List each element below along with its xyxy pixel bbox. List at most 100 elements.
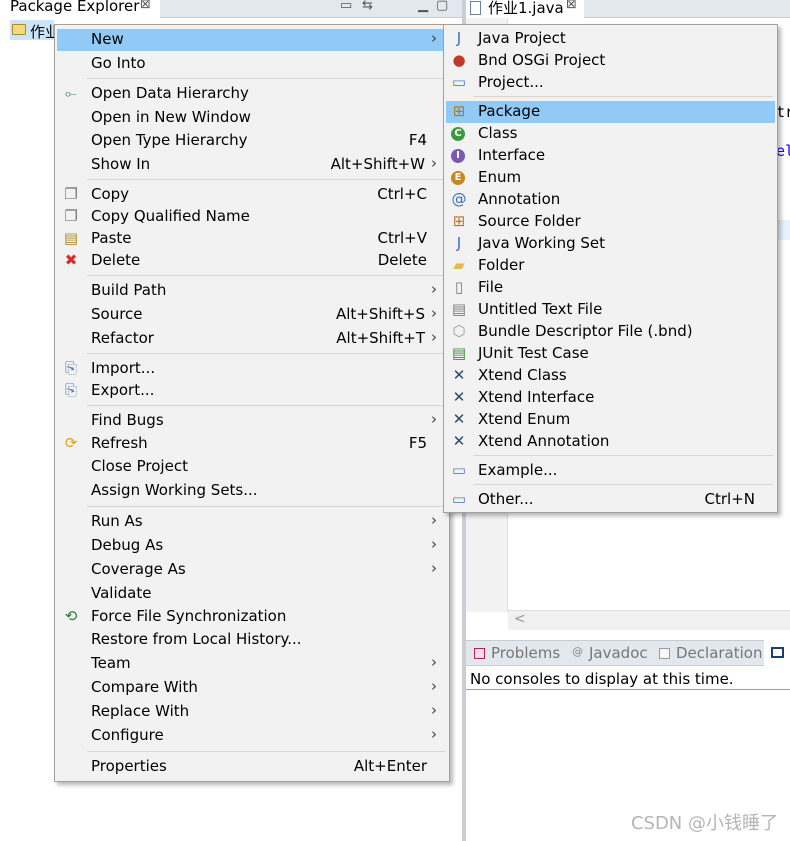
menu-item-compare-with[interactable]: Compare With › [57, 677, 447, 699]
console-icon [771, 647, 784, 658]
new-menu-item-class[interactable]: C Class [446, 123, 775, 145]
new-menu-item-java-project[interactable]: J Java Project [446, 28, 775, 50]
new-menu-item-other[interactable]: ▭ Other... Ctrl+N [446, 489, 775, 511]
minimize-icon[interactable]: ▁ [418, 0, 428, 13]
collapse-all-icon[interactable]: ▭ [340, 0, 352, 13]
tab-declaration[interactable]: Declaration [676, 644, 762, 662]
link-with-editor-icon[interactable]: ⇆ [362, 0, 373, 13]
menu-item-configure[interactable]: Configure › [57, 725, 447, 747]
tab-problems[interactable]: Problems [491, 644, 560, 662]
menu-item-team[interactable]: Team › [57, 653, 447, 675]
tree-item-project[interactable]: 作业 [0, 18, 60, 41]
menu-item-paste[interactable]: ▤ Paste Ctrl+V [57, 228, 447, 250]
menu-separator [87, 751, 445, 752]
delete-icon: ✖ [64, 251, 78, 269]
scroll-left-icon[interactable]: < [514, 611, 526, 627]
new-menu-item-interface[interactable]: I Interface [446, 145, 775, 167]
code-fragment: el [776, 142, 790, 160]
new-menu-item-enum[interactable]: E Enum [446, 167, 775, 189]
menu-separator [474, 484, 773, 485]
chevron-right-icon: › [431, 535, 437, 553]
menu-item-new[interactable]: New › [57, 29, 447, 51]
menu-item-refactor[interactable]: Refactor Alt+Shift+T › [57, 328, 447, 350]
menu-item-delete[interactable]: ✖ Delete Delete [57, 250, 447, 272]
new-menu-item-untitled-text-file[interactable]: ▤ Untitled Text File [446, 299, 775, 321]
chevron-right-icon: › [431, 328, 437, 346]
menu-item-open-data-hierarchy[interactable]: ⟜ Open Data Hierarchy [57, 83, 447, 105]
untitled-text-file-icon: ▤ [451, 300, 467, 318]
menu-item-copy[interactable]: ❐ Copy Ctrl+C [57, 184, 447, 206]
menu-item-find-bugs[interactable]: Find Bugs › [57, 410, 447, 432]
chevron-right-icon: › [431, 304, 437, 322]
menu-item-refresh[interactable]: ⟳ Refresh F5 [57, 433, 447, 455]
new-menu-item-source-folder[interactable]: ⊞ Source Folder [446, 211, 775, 233]
menu-item-label: Xtend Annotation [478, 432, 610, 450]
menu-item-label: Bnd OSGi Project [478, 51, 606, 69]
menu-item-coverage-as[interactable]: Coverage As › [57, 559, 447, 581]
menu-item-properties[interactable]: Properties Alt+Enter [57, 756, 447, 778]
new-menu-item-bnd-osgi-project[interactable]: ● Bnd OSGi Project [446, 50, 775, 72]
menu-item-open-in-new-window[interactable]: Open in New Window [57, 107, 447, 129]
menu-item-export[interactable]: ⎘ Export... [57, 380, 447, 402]
menu-item-force-file-synchronization[interactable]: ⟲ Force File Synchronization [57, 606, 447, 628]
chevron-right-icon: › [431, 701, 437, 719]
xtend-enum-icon: ✕ [452, 410, 466, 428]
menu-item-label: Package [478, 102, 541, 120]
tab-console[interactable] [764, 640, 790, 666]
junit-test-case-icon: ▤ [451, 344, 467, 362]
menu-separator [474, 455, 773, 456]
package-explorer-tab[interactable]: Package Explorer ⊠ [0, 0, 160, 18]
menu-item-open-type-hierarchy[interactable]: Open Type Hierarchy F4 [57, 130, 447, 152]
menu-item-replace-with[interactable]: Replace With › [57, 701, 447, 723]
editor-horizontal-scrollbar[interactable]: < [508, 610, 790, 630]
menu-item-label: Team [91, 654, 131, 672]
new-menu-item-bundle-descriptor-file[interactable]: ⬡ Bundle Descriptor File (.bnd) [446, 321, 775, 343]
new-menu-item-xtend-interface[interactable]: ✕ Xtend Interface [446, 387, 775, 409]
menu-item-run-as[interactable]: Run As › [57, 511, 447, 533]
menu-item-close-project[interactable]: Close Project [57, 456, 447, 478]
menu-item-source[interactable]: Source Alt+Shift+S › [57, 304, 447, 326]
menu-item-restore-from-local-history[interactable]: Restore from Local History... [57, 629, 447, 651]
new-menu-item-folder[interactable]: ▰ Folder [446, 255, 775, 277]
menu-item-label: Open in New Window [91, 108, 251, 126]
menu-item-go-into[interactable]: Go Into [57, 53, 447, 75]
menu-item-label: Assign Working Sets... [91, 481, 258, 499]
menu-item-assign-working-sets[interactable]: Assign Working Sets... [57, 480, 447, 502]
menu-item-copy-qualified-name[interactable]: ❐ Copy Qualified Name [57, 206, 447, 228]
menu-item-build-path[interactable]: Build Path › [57, 280, 447, 302]
tab-javadoc[interactable]: Javadoc [589, 644, 648, 662]
close-icon[interactable]: ⊠ [566, 0, 577, 12]
menu-item-label: Xtend Class [478, 366, 567, 384]
menu-item-label: Export... [91, 381, 155, 399]
menu-item-label: Build Path [91, 281, 167, 299]
new-menu-item-java-working-set[interactable]: J Java Working Set [446, 233, 775, 255]
new-menu-item-xtend-annotation[interactable]: ✕ Xtend Annotation [446, 431, 775, 453]
copy-qualified-name-icon: ❐ [64, 207, 78, 225]
refresh-icon: ⟳ [64, 434, 78, 452]
data-hierarchy-icon: ⟜ [64, 84, 77, 102]
export-icon: ⎘ [64, 381, 77, 399]
menu-item-label: Java Working Set [478, 234, 606, 252]
menu-item-debug-as[interactable]: Debug As › [57, 535, 447, 557]
bottom-panel-tabs: Problems @ Javadoc Declaration [466, 640, 790, 666]
new-menu-item-project[interactable]: ▭ Project... [446, 72, 775, 94]
console-divider [466, 689, 790, 690]
menu-item-label: Untitled Text File [478, 300, 603, 318]
menu-item-import[interactable]: ⎘ Import... [57, 358, 447, 380]
new-menu-item-package[interactable]: ⊞ Package [446, 101, 775, 123]
new-menu-item-junit-test-case[interactable]: ▤ JUnit Test Case [446, 343, 775, 365]
menu-item-validate[interactable]: Validate [57, 583, 447, 605]
new-menu-item-xtend-enum[interactable]: ✕ Xtend Enum [446, 409, 775, 431]
new-menu-item-xtend-class[interactable]: ✕ Xtend Class [446, 365, 775, 387]
maximize-icon[interactable]: ▢ [436, 0, 448, 13]
new-menu-item-file[interactable]: ▯ File [446, 277, 775, 299]
shortcut-label: F4 [408, 131, 427, 149]
project-folder-icon [12, 24, 26, 35]
close-icon[interactable]: ⊠ [140, 0, 151, 12]
menu-item-show-in[interactable]: Show In Alt+Shift+W › [57, 154, 447, 176]
new-menu-item-annotation[interactable]: @ Annotation [446, 189, 775, 211]
problems-icon [474, 648, 485, 659]
new-menu-item-example[interactable]: ▭ Example... [446, 460, 775, 482]
editor-tab[interactable]: 作业1.java ⊠ [466, 0, 584, 18]
package-explorer-title: Package Explorer [10, 0, 140, 15]
